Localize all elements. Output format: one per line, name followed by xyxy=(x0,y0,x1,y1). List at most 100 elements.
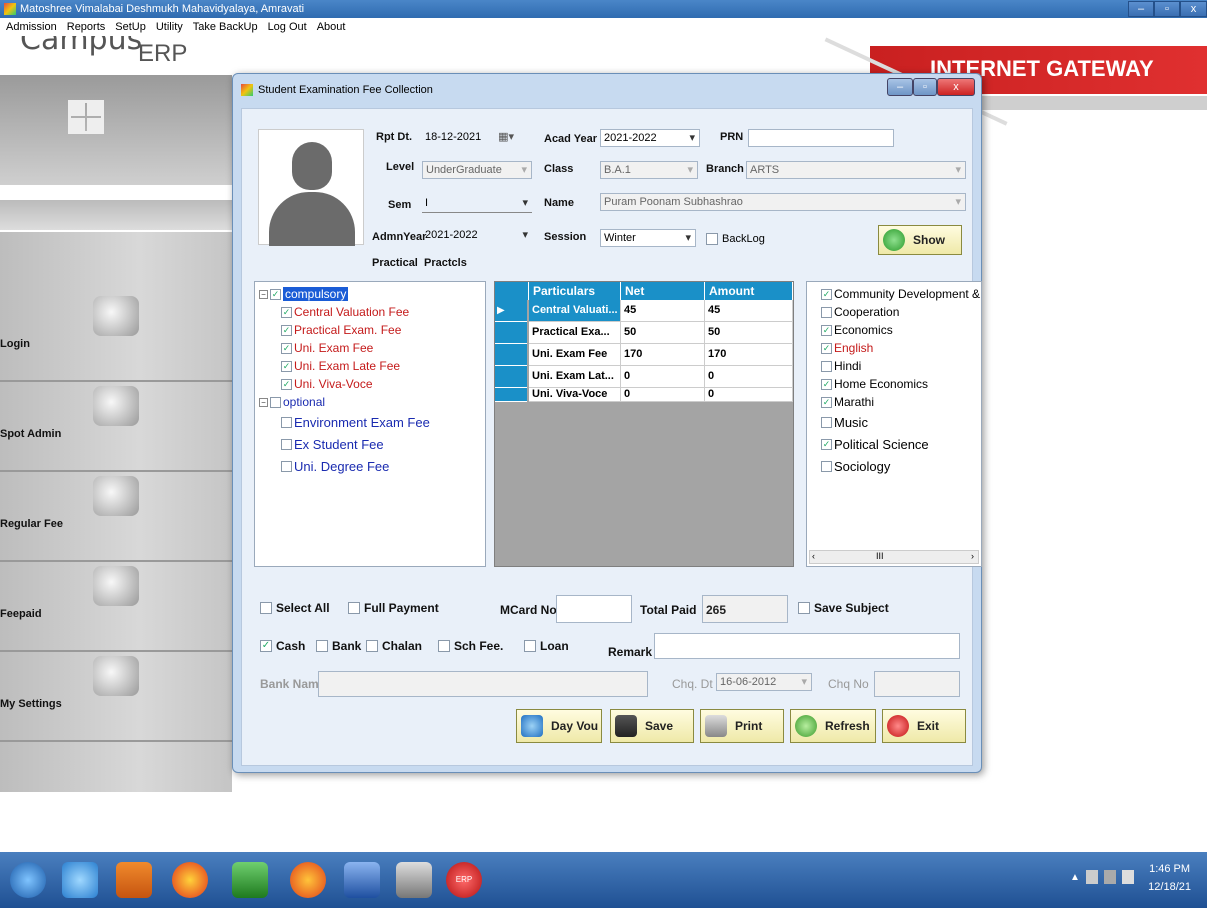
checkbox-unchecked[interactable] xyxy=(281,460,292,472)
checkbox-checked[interactable]: ✓ xyxy=(281,324,292,336)
checkbox-checked[interactable]: ✓ xyxy=(821,396,832,408)
flag-icon[interactable] xyxy=(1086,870,1098,884)
menu-utility[interactable]: Utility xyxy=(156,21,183,33)
internet-explorer-icon[interactable] xyxy=(62,862,98,898)
restore-button[interactable]: ▫ xyxy=(1154,1,1180,17)
show-button[interactable]: Show xyxy=(878,225,962,255)
grid-row-selector[interactable] xyxy=(495,366,527,388)
network-icon[interactable] xyxy=(1104,870,1116,884)
grid-cell[interactable]: Central Valuati... xyxy=(529,300,621,322)
acad-year-select[interactable]: 2021-2022 xyxy=(600,129,700,147)
checkbox-checked[interactable]: ✓ xyxy=(270,288,281,300)
checkbox-checked[interactable]: ✓ xyxy=(281,342,292,354)
tray-arrow-icon[interactable]: ▲ xyxy=(1070,872,1080,883)
grid-row-selector[interactable] xyxy=(495,344,527,366)
grid-cell[interactable]: 0 xyxy=(621,366,705,388)
checkbox-checked[interactable]: ✓ xyxy=(821,378,832,390)
dialog-close-button[interactable]: x xyxy=(937,78,975,96)
start-button-icon[interactable] xyxy=(10,862,46,898)
menu-reports[interactable]: Reports xyxy=(67,21,106,33)
collapse-icon[interactable]: − xyxy=(259,397,268,407)
checkbox-checked[interactable]: ✓ xyxy=(821,324,832,336)
sch-fee-checkbox[interactable] xyxy=(438,640,450,652)
checkbox-unchecked[interactable] xyxy=(821,416,832,428)
class-select[interactable]: B.A.1 xyxy=(600,161,698,179)
backlog-checkbox[interactable] xyxy=(706,233,718,245)
checkbox-unchecked[interactable] xyxy=(821,306,832,318)
tree-node-compulsory[interactable]: − ✓ compulsory xyxy=(259,286,349,302)
tree-item-practical-exam-fee[interactable]: ✓ Practical Exam. Fee xyxy=(281,322,401,338)
menu-setup[interactable]: SetUp xyxy=(115,21,146,33)
sem-select[interactable]: I xyxy=(422,195,532,213)
dialog-maximize-button[interactable]: ▫ xyxy=(913,78,937,96)
checkbox-checked[interactable]: ✓ xyxy=(281,306,292,318)
tree-node-optional[interactable]: − optional xyxy=(259,394,325,410)
grid-cell[interactable]: 0 xyxy=(621,388,705,402)
tree-item-central-valuation-fee[interactable]: ✓ Central Valuation Fee xyxy=(281,304,409,320)
grid-cell[interactable]: 50 xyxy=(621,322,705,344)
excel-icon[interactable] xyxy=(232,862,268,898)
full-payment-checkbox[interactable] xyxy=(348,602,360,614)
grid-row-selector[interactable] xyxy=(495,322,527,344)
checkbox-checked[interactable]: ✓ xyxy=(821,342,832,354)
word-icon[interactable] xyxy=(344,862,380,898)
grid-cell[interactable]: 170 xyxy=(705,344,793,366)
scroll-left-icon[interactable]: ‹ xyxy=(812,551,815,561)
subject-item[interactable]: ✓ Political Science xyxy=(821,436,929,452)
checkbox-unchecked[interactable] xyxy=(281,438,292,450)
subject-item[interactable]: ✓ Community Development & xyxy=(821,286,980,302)
grid-header-amount[interactable]: Amount xyxy=(705,282,793,300)
loan-checkbox[interactable] xyxy=(524,640,536,652)
grid-row-selector[interactable] xyxy=(495,388,527,402)
branch-select[interactable]: ARTS xyxy=(746,161,966,179)
erp-app-icon[interactable]: ERP xyxy=(446,862,482,898)
checkbox-unchecked[interactable] xyxy=(281,416,292,428)
chq-dt-field[interactable]: 16-06-2012 xyxy=(716,673,812,691)
grid-cell[interactable]: 45 xyxy=(621,300,705,322)
collapse-icon[interactable]: − xyxy=(259,289,268,299)
bank-name-input[interactable] xyxy=(318,671,648,697)
grid-cell[interactable]: 0 xyxy=(705,366,793,388)
name-select[interactable]: Puram Poonam Subhashrao xyxy=(600,193,966,211)
print-button[interactable]: Print xyxy=(700,709,784,743)
close-button[interactable]: x xyxy=(1180,1,1207,17)
remark-input[interactable] xyxy=(654,633,960,659)
subject-item[interactable]: ✓ Home Economics xyxy=(821,376,928,392)
subject-item[interactable]: ✓ Economics xyxy=(821,322,893,338)
tree-item-environment-exam-fee[interactable]: Environment Exam Fee xyxy=(281,414,430,430)
checkbox-checked[interactable]: ✓ xyxy=(821,438,832,450)
tree-item-uni-viva-voce[interactable]: ✓ Uni. Viva-Voce xyxy=(281,376,373,392)
subject-item[interactable]: Cooperation xyxy=(821,304,899,320)
save-button[interactable]: Save xyxy=(610,709,694,743)
subject-item[interactable]: Sociology xyxy=(821,458,890,474)
grid-row-selector[interactable]: ▶ xyxy=(495,300,527,322)
day-vou-button[interactable]: Day Vou xyxy=(516,709,602,743)
save-subject-checkbox[interactable] xyxy=(798,602,810,614)
dialog-minimize-button[interactable]: – xyxy=(887,78,913,96)
grid-cell[interactable]: 50 xyxy=(705,322,793,344)
side-item-login[interactable]: Login xyxy=(0,292,232,382)
tree-item-uni-exam-fee[interactable]: ✓ Uni. Exam Fee xyxy=(281,340,373,356)
tree-item-uni-degree-fee[interactable]: Uni. Degree Fee xyxy=(281,458,389,474)
select-all-checkbox[interactable] xyxy=(260,602,272,614)
menu-log-out[interactable]: Log Out xyxy=(268,21,307,33)
tree-item-ex-student-fee[interactable]: Ex Student Fee xyxy=(281,436,384,452)
horizontal-scrollbar[interactable]: ‹ III › xyxy=(809,550,979,564)
side-item-regular-fee[interactable]: Regular Fee xyxy=(0,472,232,562)
chrome-icon[interactable] xyxy=(172,862,208,898)
volume-icon[interactable] xyxy=(1122,870,1134,884)
level-select[interactable]: UnderGraduate xyxy=(422,161,532,179)
grid-cell[interactable]: Uni. Exam Lat... xyxy=(529,366,621,388)
chalan-checkbox[interactable] xyxy=(366,640,378,652)
subject-item[interactable]: Music xyxy=(821,414,868,430)
grid-cell[interactable]: Uni. Viva-Voce xyxy=(529,388,621,402)
subject-item[interactable]: Hindi xyxy=(821,358,861,374)
printer-app-icon[interactable] xyxy=(396,862,432,898)
subject-item[interactable]: ✓ Marathi xyxy=(821,394,874,410)
media-player-icon[interactable] xyxy=(116,862,152,898)
menu-take-backup[interactable]: Take BackUp xyxy=(193,21,258,33)
prn-input[interactable] xyxy=(748,129,894,147)
menu-about[interactable]: About xyxy=(317,21,346,33)
checkbox-unchecked[interactable] xyxy=(270,396,281,408)
grid-cell[interactable]: 0 xyxy=(705,388,793,402)
